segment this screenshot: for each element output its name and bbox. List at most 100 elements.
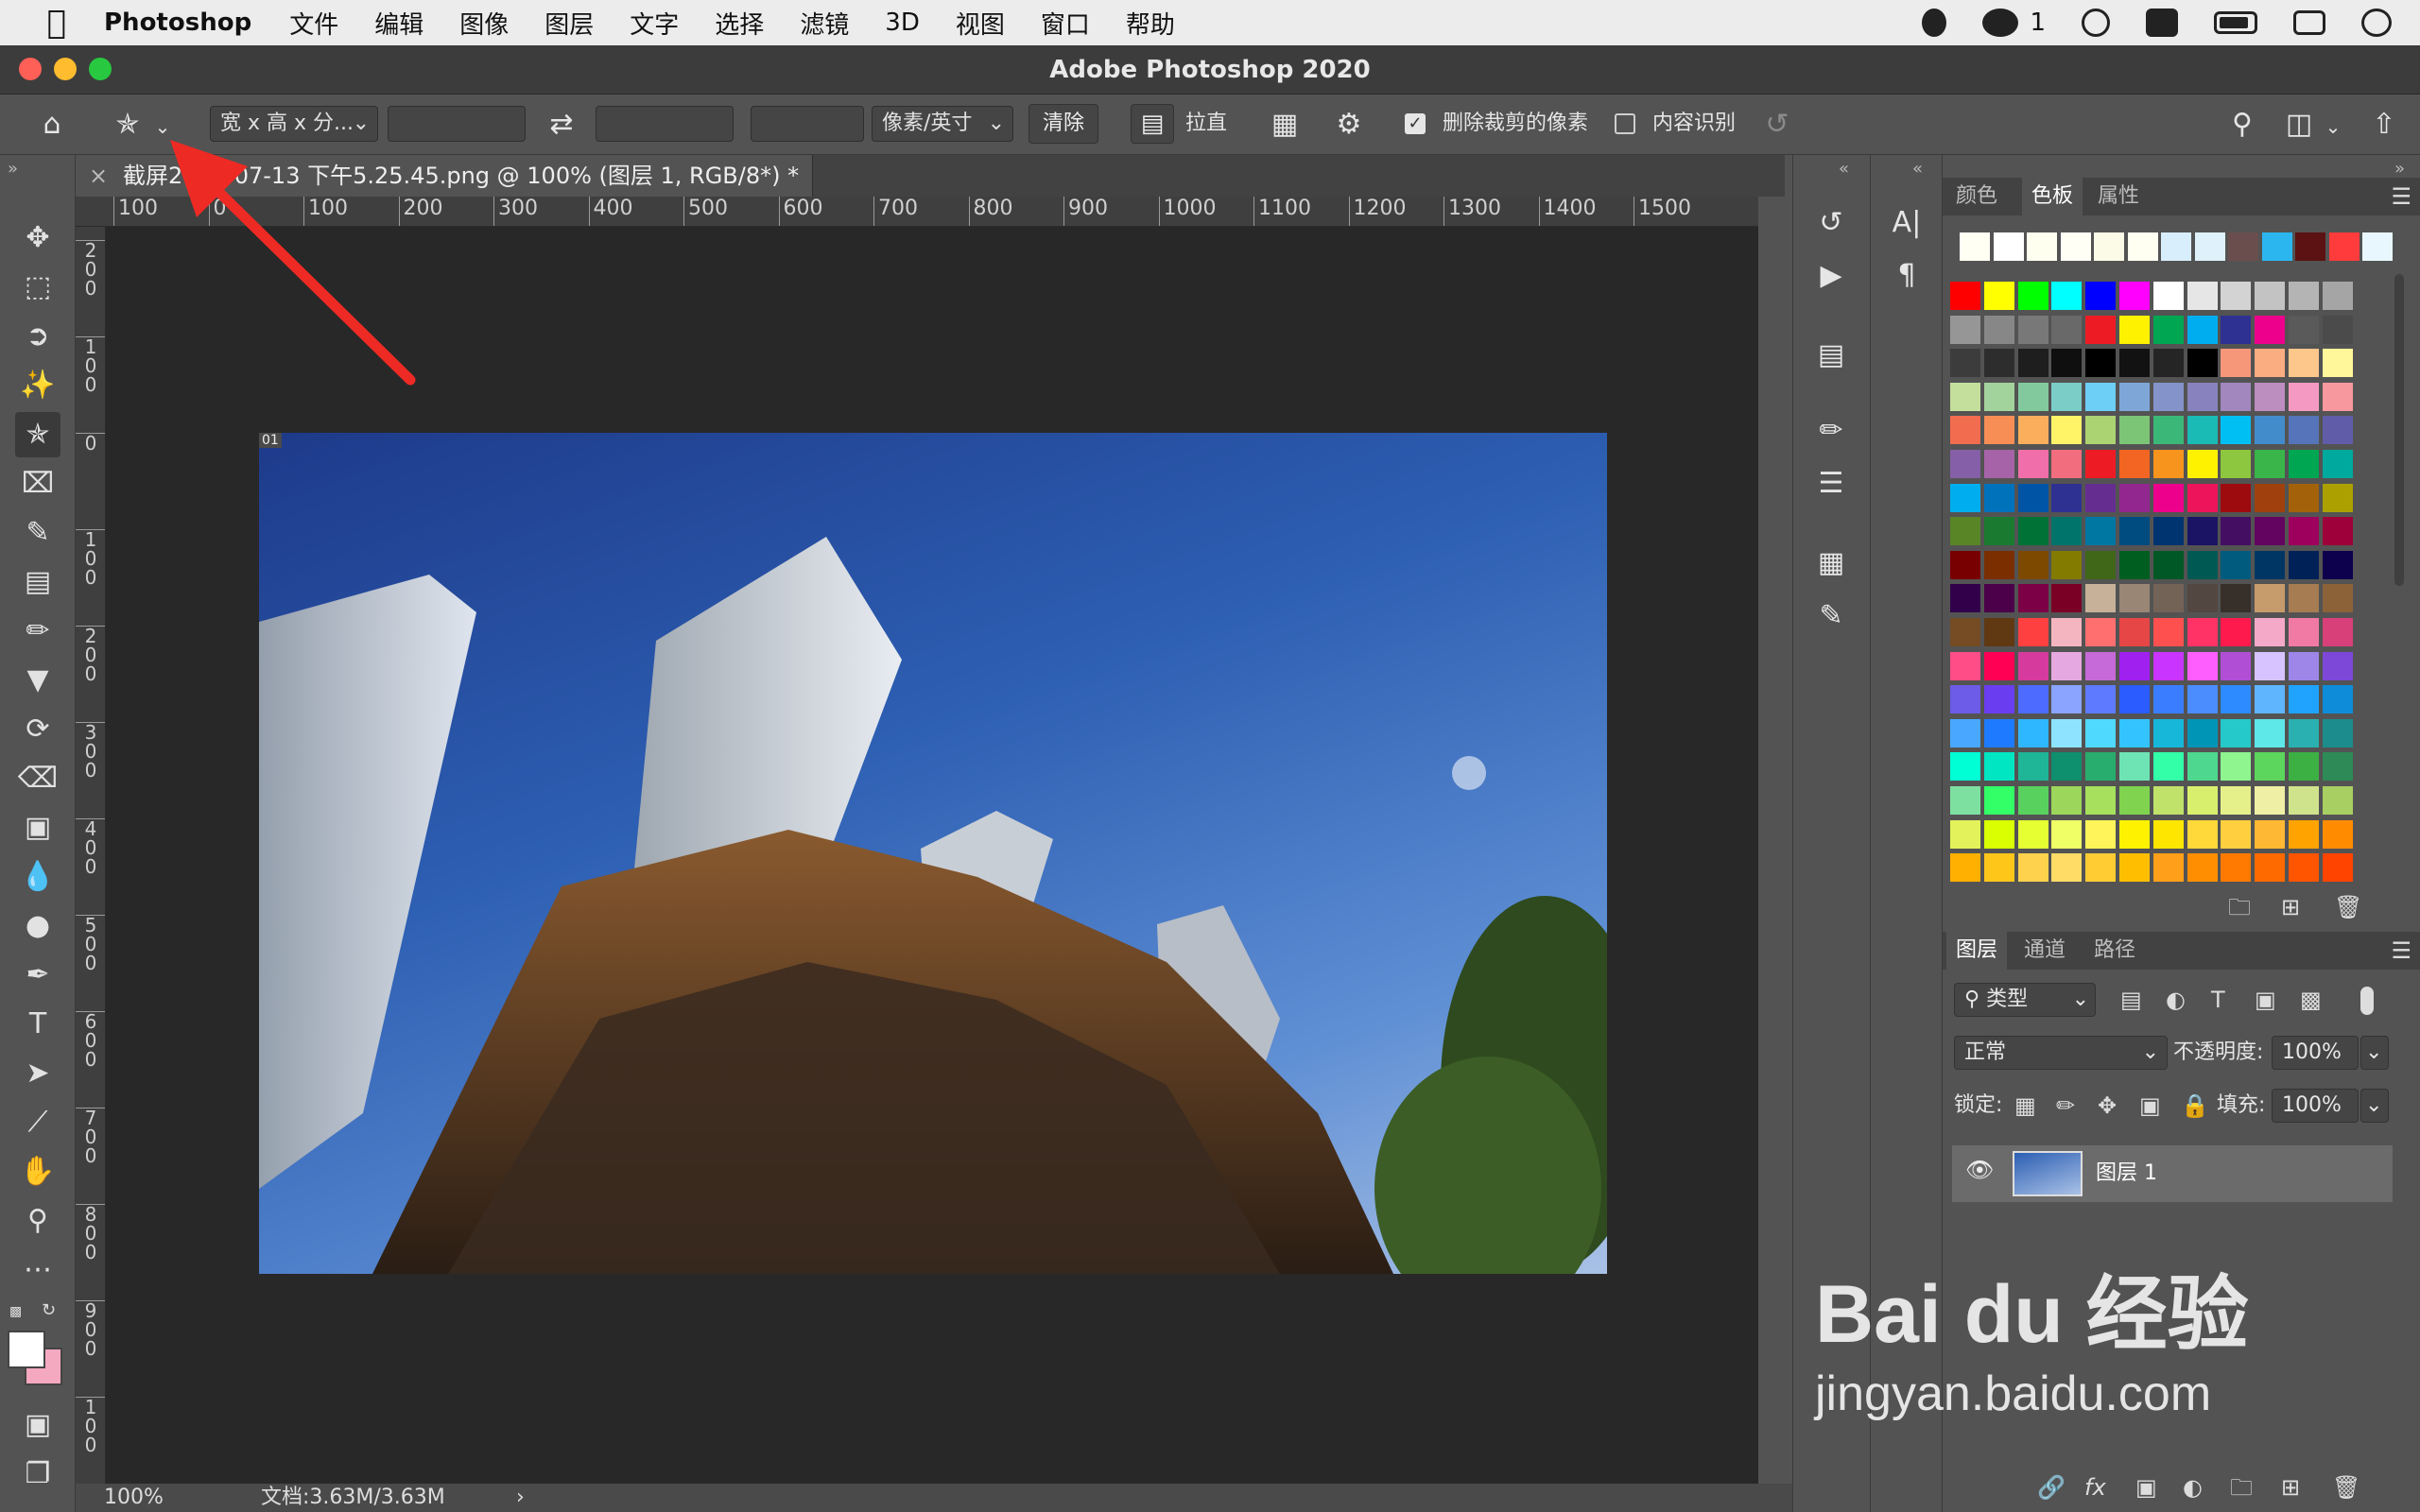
swatch[interactable]	[2085, 618, 2117, 646]
more-tools-icon[interactable]: ⋯	[15, 1247, 60, 1293]
fill-input[interactable]: 100%	[2272, 1089, 2359, 1123]
swatch[interactable]	[2289, 618, 2319, 646]
swatch[interactable]	[1950, 483, 1980, 512]
swatch-scrollbar[interactable]	[2394, 274, 2404, 586]
type-filter-icon[interactable]: T	[2211, 983, 2225, 1017]
swatch[interactable]	[2221, 282, 2252, 310]
layer-filter-select[interactable]: ⚲ 类型 ⌄	[1954, 983, 2096, 1017]
layer-name[interactable]: 图层 1	[2096, 1145, 2157, 1202]
pixel-filter-icon[interactable]: ▤	[2120, 983, 2142, 1017]
swatch[interactable]	[2085, 786, 2117, 815]
swap-colors-icon[interactable]: ↻	[42, 1300, 62, 1321]
swatch[interactable]	[2322, 315, 2353, 344]
actions-panel-icon[interactable]: ▶	[1808, 255, 1854, 297]
swatch[interactable]	[2152, 786, 2184, 815]
swatch[interactable]	[2255, 853, 2286, 883]
recent-swatch[interactable]	[2362, 232, 2393, 261]
swatch[interactable]	[2152, 315, 2184, 344]
reset-icon[interactable]: ↺	[1758, 106, 1796, 144]
folder-icon[interactable]: 🗀	[2228, 890, 2251, 924]
swatch[interactable]	[2085, 450, 2117, 478]
swatch[interactable]	[2017, 382, 2048, 411]
eye-icon[interactable]: 👁	[1965, 1157, 1994, 1183]
swatch[interactable]	[2085, 416, 2117, 445]
swatch[interactable]	[1950, 382, 1980, 411]
swatch[interactable]	[2187, 315, 2218, 344]
swatch[interactable]	[1983, 550, 2014, 579]
swatch[interactable]	[2289, 349, 2319, 378]
control-center-icon[interactable]	[2293, 10, 2325, 35]
swatch[interactable]	[2255, 483, 2286, 512]
swatch[interactable]	[2289, 282, 2319, 310]
line-tool-icon[interactable]: ⟋	[15, 1100, 60, 1145]
swatch[interactable]	[2152, 618, 2184, 646]
swatch[interactable]	[2289, 685, 2319, 714]
swatch[interactable]	[2289, 819, 2319, 849]
swatch[interactable]	[2119, 282, 2150, 310]
swatch[interactable]	[2119, 618, 2150, 646]
swatch[interactable]	[1983, 685, 2014, 714]
swatch[interactable]	[2322, 618, 2353, 646]
swatch[interactable]	[2051, 450, 2083, 478]
swatch[interactable]	[2322, 450, 2353, 478]
tab-channels[interactable]: 通道	[2024, 932, 2066, 970]
swatch[interactable]	[2119, 685, 2150, 714]
swatch[interactable]	[2221, 483, 2252, 512]
swatch[interactable]	[2085, 651, 2117, 680]
swatch[interactable]	[2322, 416, 2353, 445]
swatch[interactable]	[2289, 786, 2319, 815]
swatch[interactable]	[2152, 752, 2184, 782]
straighten-icon[interactable]: ▤	[1131, 104, 1174, 144]
swatch[interactable]	[2187, 618, 2218, 646]
workspace-icon[interactable]: ◫	[2278, 106, 2320, 144]
new-group-icon[interactable]: 🗀	[2230, 1470, 2253, 1504]
swatch[interactable]	[2152, 349, 2184, 378]
frame-tool-icon[interactable]: ⌧	[15, 461, 60, 507]
swatch[interactable]	[2255, 517, 2286, 546]
blur-tool-icon[interactable]: 💧	[15, 854, 60, 900]
swatch[interactable]	[2289, 416, 2319, 445]
swatch[interactable]	[2187, 584, 2218, 613]
history-panel-icon[interactable]: ↺	[1808, 202, 1854, 244]
swatch[interactable]	[2085, 517, 2117, 546]
add-mask-icon[interactable]: ▣	[2135, 1470, 2157, 1504]
collapse-dock-icon[interactable]: «	[1912, 159, 1923, 179]
tab-color[interactable]: 颜色	[1956, 178, 1997, 215]
crop-tool-icon[interactable]: ✯	[15, 412, 60, 457]
swatch[interactable]	[1950, 853, 1980, 883]
swatch[interactable]	[2119, 483, 2150, 512]
unit-select[interactable]: 像素/英寸 ⌄	[872, 106, 1013, 142]
swatch[interactable]	[1950, 651, 1980, 680]
swatch[interactable]	[2119, 651, 2150, 680]
swatch[interactable]	[2255, 752, 2286, 782]
status-expand-icon[interactable]: ›	[516, 1484, 525, 1512]
swatch[interactable]	[2322, 483, 2353, 512]
swatch[interactable]	[1950, 752, 1980, 782]
swatch[interactable]	[1950, 786, 1980, 815]
swatch[interactable]	[2255, 282, 2286, 310]
swatch[interactable]	[1950, 416, 1980, 445]
move-tool-icon[interactable]: ✥	[15, 215, 60, 261]
swatch[interactable]	[2289, 651, 2319, 680]
swatch[interactable]	[2322, 517, 2353, 546]
swatch[interactable]	[2322, 685, 2353, 714]
swatch[interactable]	[2152, 584, 2184, 613]
swatch[interactable]	[2017, 752, 2048, 782]
collapse-dock-icon[interactable]: «	[1839, 159, 1849, 179]
swatch[interactable]	[2289, 752, 2319, 782]
screen-mode-icon[interactable]: ❐	[15, 1452, 60, 1497]
swatch[interactable]	[2051, 282, 2083, 310]
recent-swatch[interactable]	[2161, 232, 2191, 261]
swatch[interactable]	[2017, 550, 2048, 579]
swatch[interactable]	[2221, 752, 2252, 782]
swatch[interactable]	[2051, 517, 2083, 546]
swatch[interactable]	[2017, 315, 2048, 344]
wechat-status[interactable]: 1	[1982, 9, 2046, 37]
shape-filter-icon[interactable]: ▣	[2255, 983, 2276, 1017]
swatch[interactable]	[2051, 718, 2083, 747]
fx-icon[interactable]: fx	[2084, 1470, 2106, 1504]
swatch[interactable]	[2152, 483, 2184, 512]
swatch[interactable]	[2322, 786, 2353, 815]
swatch[interactable]	[2221, 584, 2252, 613]
new-layer-icon[interactable]: ⊞	[2281, 1470, 2300, 1504]
